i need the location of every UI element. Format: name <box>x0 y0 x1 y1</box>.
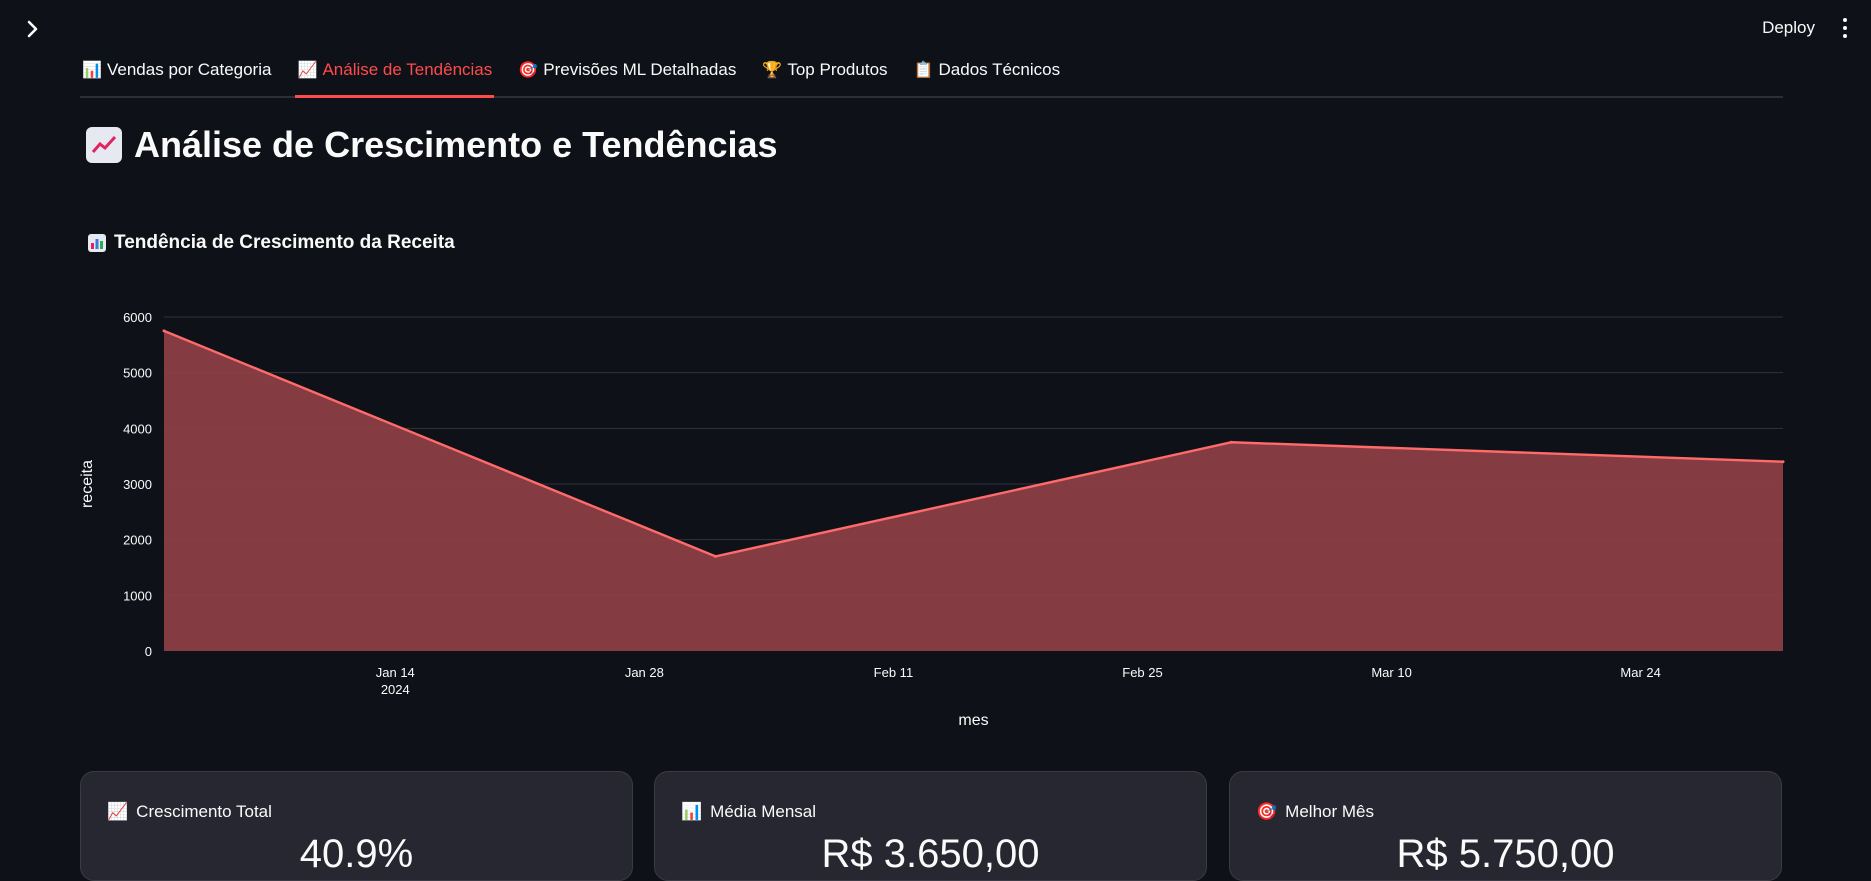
trending-up-icon <box>86 127 122 163</box>
tab-label: Análise de Tendências <box>322 60 493 79</box>
metric-label: 📈 Crescimento Total <box>107 802 272 822</box>
dot-icon <box>1843 18 1847 22</box>
x-tick-label: Jan 14 <box>376 665 415 680</box>
metric-label-text: Média Mensal <box>710 802 816 821</box>
tab-vendas-por-categoria[interactable]: 📊 Vendas por Categoria <box>80 50 273 90</box>
revenue-area-chart[interactable]: 0 1000 2000 3000 4000 5000 6000 Jan 14 2024 Jan 2… <box>70 290 1790 735</box>
metric-card-average: 📊 Média Mensal R$ 3.650,00 <box>654 771 1207 881</box>
chart-title-text: Tendência de Crescimento da Receita <box>114 232 455 253</box>
metric-value: R$ 5.750,00 <box>1396 832 1615 876</box>
sidebar-expand-button[interactable] <box>20 16 46 42</box>
y-tick-label: 1000 <box>123 588 152 603</box>
clipboard-icon: 📋 <box>913 62 934 79</box>
data-point <box>1229 440 1233 444</box>
dot-icon <box>1843 26 1847 30</box>
y-tick-label: 4000 <box>123 421 152 436</box>
metric-label: 📊 Média Mensal <box>681 802 816 822</box>
deploy-button[interactable]: Deploy <box>1762 18 1815 38</box>
y-axis-title: receita <box>79 460 96 508</box>
metric-value: 40.9% <box>299 832 414 876</box>
metric-card-growth: 📈 Crescimento Total 40.9% <box>80 771 633 881</box>
tab-previsoes-ml-detalhadas[interactable]: 🎯 Previsões ML Detalhadas <box>516 50 738 90</box>
tab-label: Vendas por Categoria <box>107 60 272 79</box>
x-tick-label: Feb 25 <box>1122 665 1162 680</box>
y-tick-label: 5000 <box>123 366 152 381</box>
y-tick-label: 0 <box>145 644 152 659</box>
x-tick-label: Mar 24 <box>1620 665 1660 680</box>
x-tick-label: Mar 10 <box>1371 665 1411 680</box>
metric-value: R$ 3.650,00 <box>821 832 1040 876</box>
data-point <box>714 554 718 558</box>
toolbar: Deploy <box>1762 14 1853 42</box>
data-point <box>1781 460 1785 464</box>
y-tick-label: 3000 <box>123 477 152 492</box>
y-tick-label: 2000 <box>123 533 152 548</box>
tab-top-produtos[interactable]: 🏆 Top Produtos <box>760 50 889 90</box>
page-title-text: Análise de Crescimento e Tendências <box>134 124 778 165</box>
x-tick-label: Feb 11 <box>874 665 914 680</box>
trophy-icon: 🏆 <box>762 62 783 79</box>
trending-up-icon: 📈 <box>107 802 129 821</box>
x-tick-sublabel: 2024 <box>381 682 410 697</box>
bar-chart-icon: 📊 <box>681 802 703 821</box>
metric-card-best-month: 🎯 Melhor Mês R$ 5.750,00 <box>1229 771 1782 881</box>
metric-label-text: Melhor Mês <box>1285 802 1374 821</box>
page-title: Análise de Crescimento e Tendências <box>86 124 778 166</box>
tab-analise-de-tendencias[interactable]: 📈 Análise de Tendências <box>295 50 495 98</box>
chevron-right-icon <box>27 20 38 38</box>
trending-up-icon: 📈 <box>297 62 318 79</box>
metric-label-text: Crescimento Total <box>136 802 272 821</box>
target-icon: 🎯 <box>518 62 539 79</box>
x-tick-label: Jan 28 <box>625 665 664 680</box>
dot-icon <box>1843 34 1847 38</box>
tab-label: Top Produtos <box>787 60 888 79</box>
bar-chart-icon <box>88 234 106 252</box>
bar-chart-icon: 📊 <box>82 62 102 79</box>
y-tick-label: 6000 <box>123 310 152 325</box>
tab-bar: 📊 Vendas por Categoria 📈 Análise de Tend… <box>80 50 1783 98</box>
data-point <box>162 329 166 333</box>
main-menu-button[interactable] <box>1837 14 1853 42</box>
chart-title: Tendência de Crescimento da Receita <box>88 232 455 254</box>
tab-label: Dados Técnicos <box>938 60 1061 79</box>
tab-label: Previsões ML Detalhadas <box>543 60 737 79</box>
target-icon: 🎯 <box>1256 802 1278 821</box>
tab-dados-tecnicos[interactable]: 📋 Dados Técnicos <box>912 50 1063 90</box>
x-axis-title: mes <box>958 712 988 729</box>
area-fill <box>164 330 1783 651</box>
metric-label: 🎯 Melhor Mês <box>1256 802 1374 822</box>
